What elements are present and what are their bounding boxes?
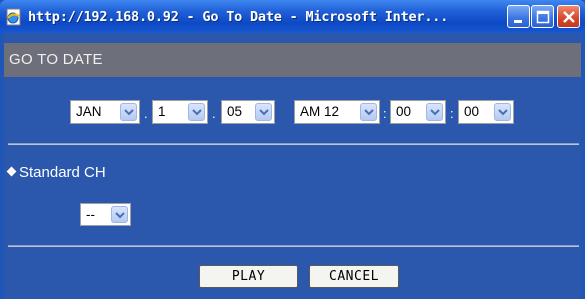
cancel-button[interactable]: CANCEL (309, 265, 399, 288)
time-separator: : (450, 106, 454, 121)
day-value: 1 (158, 104, 166, 119)
date-separator: . (144, 106, 148, 121)
month-select[interactable]: JAN (70, 100, 140, 124)
month-value: JAN (76, 104, 102, 119)
chevron-down-icon[interactable] (360, 103, 377, 121)
close-icon (563, 11, 575, 23)
second-value: 00 (464, 104, 480, 119)
title-bar[interactable]: http://192.168.0.92 - Go To Date - Micro… (0, 0, 585, 33)
window-title: http://192.168.0.92 - Go To Date - Micro… (28, 9, 449, 25)
ie-page-icon (4, 7, 24, 27)
minute-value: 00 (396, 104, 412, 119)
year-select[interactable]: 05 (221, 100, 275, 124)
divider (8, 143, 579, 145)
play-button[interactable]: PLAY (199, 265, 298, 288)
time-separator: : (383, 106, 387, 121)
chevron-down-icon[interactable] (188, 103, 205, 121)
divider (8, 245, 579, 247)
second-select[interactable]: 00 (458, 100, 514, 124)
channel-label-text: Standard CH (19, 164, 106, 181)
diamond-bullet-icon (6, 166, 17, 177)
page-title: GO TO DATE (4, 43, 581, 77)
channel-value: -- (86, 207, 95, 222)
date-separator: . (212, 106, 216, 121)
hour-select[interactable]: AM 12 (294, 100, 380, 124)
day-select[interactable]: 1 (152, 100, 208, 124)
year-value: 05 (227, 104, 243, 119)
hour-value: AM 12 (300, 104, 340, 119)
chevron-down-icon[interactable] (255, 103, 272, 121)
minute-select[interactable]: 00 (390, 100, 446, 124)
chevron-down-icon[interactable] (494, 103, 511, 121)
maximize-button[interactable] (531, 5, 554, 28)
chevron-down-icon[interactable] (120, 103, 137, 121)
maximize-icon (536, 10, 550, 24)
channel-label: Standard CH (6, 164, 106, 182)
channel-select[interactable]: -- (80, 203, 131, 226)
date-time-row: JAN . 1 . 05 AM 12 : 00 : 00 (4, 100, 581, 124)
close-button[interactable] (557, 5, 580, 28)
chevron-down-icon[interactable] (111, 206, 128, 223)
minimize-button[interactable] (507, 5, 530, 28)
chevron-down-icon[interactable] (426, 103, 443, 121)
dialog-content: GO TO DATE JAN . 1 . 05 AM 12 : 00: 00 … (4, 33, 581, 299)
browser-popup-window: http://192.168.0.92 - Go To Date - Micro… (0, 0, 585, 299)
minimize-icon (514, 20, 522, 23)
